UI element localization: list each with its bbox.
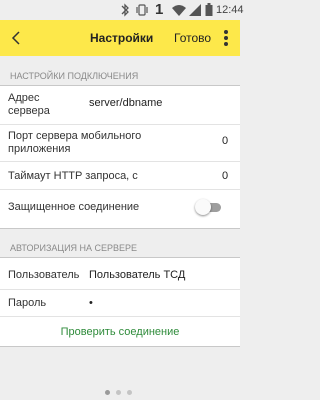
- signal-icon: [189, 2, 202, 18]
- user-label: Пользователь: [8, 269, 80, 281]
- section-header-connection: НАСТРОЙКИ ПОДКЛЮЧЕНИЯ: [0, 66, 240, 86]
- secure-connection-toggle[interactable]: [195, 199, 223, 215]
- page-title: Настройки: [90, 31, 154, 45]
- secure-connection-label: Защищенное соединение: [8, 201, 140, 213]
- password-field[interactable]: •: [89, 297, 93, 310]
- status-indicator: 1: [155, 1, 164, 18]
- app-bar: Настройки Готово: [0, 20, 240, 56]
- http-timeout-field[interactable]: 0: [222, 170, 228, 183]
- http-timeout-label: Таймаут HTTP запроса, с: [8, 170, 138, 182]
- section-header-authorization: АВТОРИЗАЦИЯ НА СЕРВЕРЕ: [0, 238, 240, 258]
- mobile-port-label-line2: приложения: [8, 143, 71, 155]
- divider: [0, 346, 240, 347]
- server-address-label-line1: Адрес: [8, 92, 40, 104]
- more-vert-icon[interactable]: [220, 28, 232, 48]
- user-field[interactable]: Пользователь ТСД: [89, 269, 185, 282]
- page-dot: [127, 390, 132, 395]
- clock: 12:44: [216, 4, 244, 16]
- mobile-port-label-line1: Порт сервера мобильного: [8, 130, 142, 142]
- server-address-label-line2: сервера: [8, 105, 50, 117]
- password-label: Пароль: [8, 297, 47, 309]
- row-divider: [0, 189, 240, 190]
- page-dot: [105, 390, 110, 395]
- row-divider: [0, 124, 240, 125]
- mobile-port-field[interactable]: 0: [222, 135, 228, 148]
- authorization-card: Пользователь Пользователь ТСД Пароль • П…: [0, 258, 240, 346]
- row-divider: [0, 289, 240, 290]
- vibrate-icon: [135, 2, 149, 18]
- battery-icon: [205, 2, 213, 18]
- page-dot: [116, 390, 121, 395]
- row-divider: [0, 161, 240, 162]
- connection-settings-card: Адрес сервера server/dbname Порт сервера…: [0, 86, 240, 228]
- server-address-field[interactable]: server/dbname: [89, 97, 162, 110]
- row-divider: [0, 316, 240, 317]
- wifi-icon: [172, 2, 186, 18]
- divider: [0, 228, 240, 229]
- status-bar: 1 12:44: [0, 0, 244, 20]
- bluetooth-icon: [120, 2, 130, 18]
- done-button[interactable]: Готово: [174, 20, 211, 56]
- check-connection-button[interactable]: Проверить соединение: [0, 324, 240, 340]
- toggle-thumb: [195, 199, 211, 215]
- arrow-back-icon[interactable]: [5, 25, 29, 51]
- page-indicator: [105, 390, 135, 396]
